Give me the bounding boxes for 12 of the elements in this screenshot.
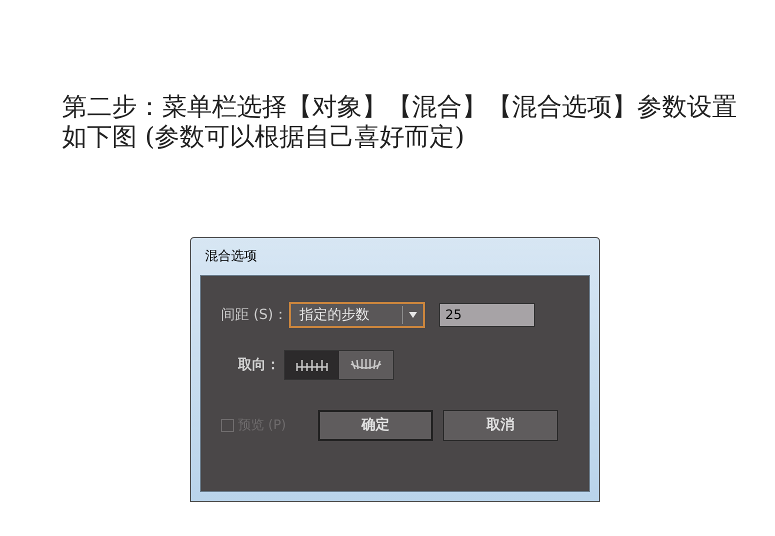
orientation-option[interactable]	[285, 351, 339, 379]
ok-button[interactable]: 确定	[318, 410, 434, 441]
align-to-page-icon	[295, 358, 329, 372]
steps-field[interactable]: 25	[439, 303, 536, 327]
orientation-option[interactable]	[339, 351, 393, 379]
spacing-label: 间距 (S)：	[221, 306, 288, 324]
cancel-button[interactable]: 取消	[443, 410, 558, 441]
instruction-text: 第二步：菜单栏选择【对象】【混合】【混合选项】参数设置如下图 (参数可以根据自己喜好而定)	[62, 92, 738, 152]
align-to-path-icon	[349, 358, 383, 372]
dialog-title: 混合选项	[204, 248, 258, 266]
spacing-dropdown[interactable]: 指定的步数	[289, 302, 426, 328]
orientation-label: 取向：	[238, 356, 280, 374]
